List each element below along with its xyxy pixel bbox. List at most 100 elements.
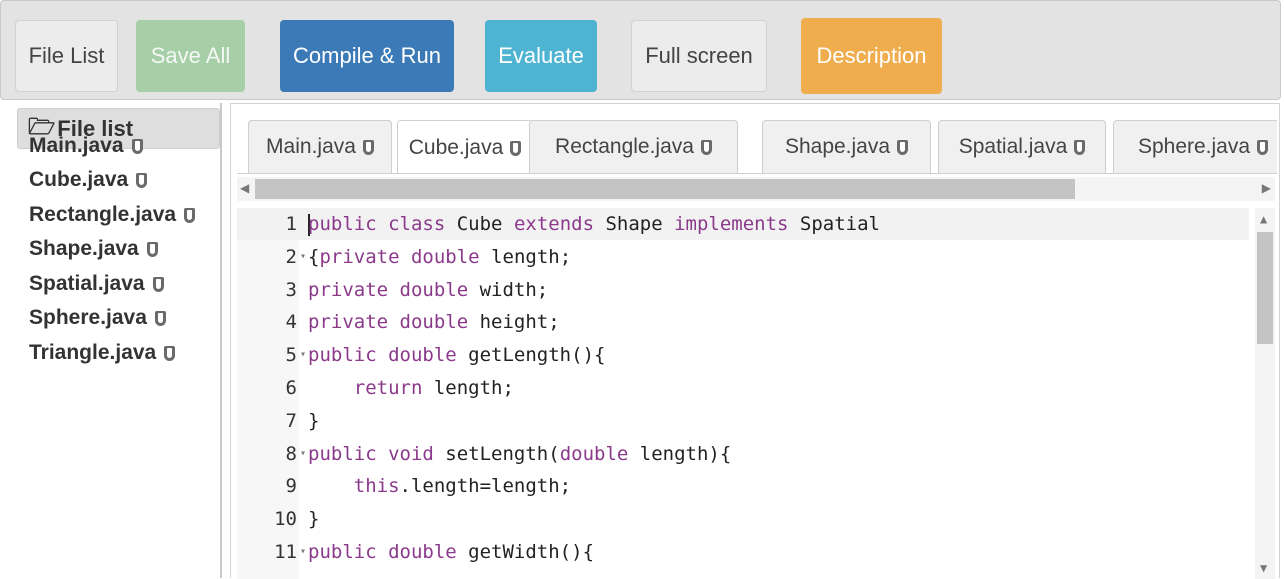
- code-token: width;: [468, 278, 549, 301]
- horizontal-scrollbar[interactable]: ◀ ▶: [237, 177, 1275, 201]
- code-line: 4 private double height;: [237, 306, 1249, 338]
- line-number: 8: [285, 442, 297, 465]
- line-number: 10: [274, 508, 297, 531]
- evaluate-button[interactable]: Evaluate: [485, 20, 597, 92]
- code-keyword: double: [399, 278, 469, 301]
- line-number: 3: [285, 278, 297, 301]
- description-button[interactable]: Description: [801, 18, 942, 94]
- tab-label: Cube.java: [408, 136, 504, 159]
- fold-arrow-icon[interactable]: ▾: [300, 438, 306, 470]
- code-text: }: [308, 503, 319, 535]
- code-token: }: [308, 508, 320, 531]
- toolbar: File List Save All Compile & Run Evaluat…: [0, 0, 1281, 100]
- code-area[interactable]: ▲ ▼ 1 public class Cube extends Shape imp…: [237, 208, 1277, 579]
- file-list-item-label: Shape.java: [29, 237, 139, 260]
- fold-arrow-icon[interactable]: ▾: [300, 241, 306, 273]
- tab-sphere-java[interactable]: Sphere.java: [1113, 120, 1277, 173]
- code-token: Shape: [594, 213, 675, 235]
- fold-arrow-icon[interactable]: ▾: [300, 536, 306, 568]
- scroll-down-icon[interactable]: ▼: [1260, 561, 1267, 575]
- tab-label: Sphere.java: [1137, 135, 1251, 158]
- code-text: public double getWidth(){: [308, 536, 594, 568]
- file-list-item-label: Rectangle.java: [29, 203, 177, 226]
- tab-label: Main.java: [266, 135, 356, 158]
- vertical-scroll-thumb[interactable]: [1257, 232, 1273, 344]
- shield-icon: [700, 139, 712, 155]
- tab-label: Shape.java: [784, 135, 891, 158]
- code-keyword: double: [388, 344, 457, 367]
- scroll-right-icon[interactable]: ▶: [1262, 181, 1271, 195]
- file-list-item[interactable]: Rectangle.java: [29, 203, 196, 227]
- code-text: }: [308, 405, 319, 437]
- scroll-up-icon[interactable]: ▲: [1260, 212, 1267, 226]
- file-list-item[interactable]: Shape.java: [29, 237, 158, 261]
- line-number: 4: [285, 311, 297, 334]
- file-list-panel: 🗁 File list Main.java Cube.java Rectangle.j…: [5, 103, 222, 578]
- line-number: 9: [285, 475, 297, 498]
- tab-shape-java[interactable]: Shape.java: [762, 120, 931, 173]
- line-number: 2: [285, 245, 297, 268]
- code-line: 2 ▾ {private double length;: [237, 241, 1249, 273]
- code-line: 10}: [237, 503, 1249, 535]
- compile-run-button[interactable]: Compile & Run: [280, 20, 454, 92]
- code-token: length;: [422, 377, 514, 399]
- file-list-item[interactable]: Spatial.java: [29, 272, 164, 296]
- code-token: height;: [468, 311, 560, 334]
- line-number: 1: [285, 213, 297, 235]
- shield-icon: [146, 241, 158, 257]
- code-editor-panel: Main.java Cube.java Rectangle.java Shape.ja…: [230, 103, 1280, 579]
- line-number: 6: [285, 377, 297, 399]
- code-text: private double height;: [308, 306, 560, 338]
- code-text: public void setLength(double length){: [308, 438, 731, 470]
- tab-rectangle-java[interactable]: Rectangle.java: [529, 120, 738, 173]
- shield-icon: [1074, 139, 1086, 155]
- tab-cube-java[interactable]: Cube.java: [397, 120, 533, 173]
- shield-icon: [897, 139, 909, 155]
- code-keyword: double: [388, 541, 457, 563]
- shield-icon: [131, 138, 143, 154]
- file-list-item[interactable]: Triangle.java: [29, 341, 176, 365]
- file-list-button[interactable]: File List: [15, 20, 118, 92]
- full-screen-button[interactable]: Full screen: [631, 20, 767, 92]
- tab-main-java[interactable]: Main.java: [248, 120, 392, 173]
- tab-spatial-java[interactable]: Spatial.java: [938, 120, 1106, 173]
- code-token: getLength(){: [456, 344, 606, 367]
- file-list-item[interactable]: Main.java: [29, 134, 143, 158]
- code-keyword: this: [353, 475, 400, 498]
- file-list-item[interactable]: Cube.java: [29, 168, 148, 192]
- code-line: 7}: [237, 405, 1249, 437]
- code-text: this.length=length;: [308, 470, 571, 502]
- code-line: 8 ▾ public void setLength(double length){: [237, 438, 1249, 470]
- fold-arrow-icon[interactable]: ▾: [300, 339, 306, 371]
- shield-icon: [154, 310, 166, 326]
- save-all-button[interactable]: Save All: [136, 20, 245, 92]
- shield-icon: [136, 172, 148, 188]
- code-token: Cube: [445, 213, 514, 235]
- shield-icon: [184, 207, 196, 223]
- code-token: Spatial: [788, 213, 880, 235]
- code-line: 3 private double width;: [237, 274, 1249, 306]
- code-text: private double width;: [308, 274, 548, 306]
- code-keyword: private: [308, 278, 389, 301]
- code-keyword: class: [388, 213, 446, 235]
- code-keyword: public: [308, 213, 377, 235]
- scroll-left-icon[interactable]: ◀: [240, 181, 249, 195]
- code-line: 1 public class Cube extends Shape impleme…: [237, 208, 1249, 240]
- code-line: 6 return length;: [237, 372, 1249, 404]
- code-keyword: public: [308, 344, 377, 367]
- line-number: 5: [285, 344, 297, 367]
- vertical-scrollbar[interactable]: ▲ ▼: [1255, 208, 1275, 579]
- file-list-item-label: Main.java: [29, 134, 124, 157]
- file-list-item[interactable]: Sphere.java: [29, 306, 166, 330]
- code-keyword: implements: [674, 213, 789, 235]
- horizontal-scroll-thumb[interactable]: [255, 179, 1075, 199]
- code-keyword: private: [308, 311, 389, 334]
- code-token: length;: [479, 245, 572, 268]
